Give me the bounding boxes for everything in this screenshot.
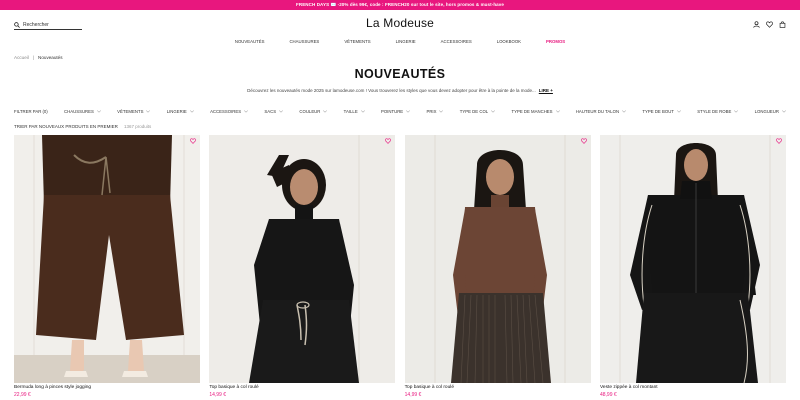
page-intro: Découvrez les nouveautés mode 2025 sur l… [0, 88, 800, 93]
product-image[interactable] [209, 135, 396, 383]
filter-by[interactable]: FILTRER PAR (0) [14, 109, 48, 114]
product-image[interactable] [14, 135, 200, 383]
product-name[interactable]: Top basique à col roulé [209, 385, 395, 390]
filter-sacs[interactable]: SACS [264, 109, 283, 114]
chevron-down-icon [491, 109, 496, 113]
nav-item-nouveautes[interactable]: NOUVEAUTÉS [235, 39, 265, 47]
product-count: 1367 produits [123, 124, 152, 129]
filter-label: PRIX [426, 108, 437, 114]
chevron-down-icon [146, 109, 151, 113]
breadcrumb: Accueil | Nouveautés [14, 55, 63, 60]
product-image[interactable] [599, 135, 786, 383]
product-photo [14, 135, 200, 383]
filter-label: SACS [264, 108, 277, 114]
breadcrumb-separator: | [32, 55, 35, 60]
site-header: Rechercher La Modeuse [0, 10, 800, 38]
promo-text: FRENCH DAYS ✉️ -20% dès 99€, code : FREN… [296, 2, 504, 7]
filter-couleur[interactable]: COULEUR [299, 108, 328, 114]
filter-label: ACCESSOIRES [210, 108, 242, 114]
nav-item-chaussures[interactable]: CHAUSSURES [289, 39, 319, 47]
product-photo [599, 135, 786, 383]
filter-bar: FILTRER PAR (0) CHAUSSURES VÊTEMENTS LIN… [14, 107, 786, 115]
chevron-down-icon [622, 109, 627, 113]
filter-label: HAUTEUR DU TALON [575, 108, 620, 114]
chevron-down-icon [244, 109, 249, 113]
product-name[interactable]: Bermuda long à pinces style jogging [14, 385, 200, 390]
nav-item-lingerie[interactable]: LINGERIE [396, 39, 416, 47]
product-card[interactable]: Top basique à col roulé 14,99 € [404, 135, 591, 398]
filter-label: LONGUEUR [754, 108, 779, 114]
product-name[interactable]: Top basique à col roulé [405, 385, 591, 390]
filter-label: TYPE DE MANCHES [511, 108, 553, 114]
filter-vetements[interactable]: VÊTEMENTS [117, 108, 151, 114]
nav-item-lookbook[interactable]: LOOKBOOK [497, 39, 521, 47]
filter-lingerie[interactable]: LINGERIE [167, 109, 194, 114]
filter-pointure[interactable]: POINTURE [380, 108, 411, 114]
breadcrumb-home[interactable]: Accueil [14, 55, 29, 60]
product-price: 14,99 € [404, 392, 422, 398]
filter-accessoires[interactable]: ACCESSOIRES [210, 108, 249, 114]
nav-item-promos[interactable]: PROMOS [546, 39, 565, 47]
product-grid: Bermuda long à pinces style jogging 22,9… [14, 135, 786, 398]
filter-style-de-robe[interactable]: STYLE DE ROBE [697, 108, 739, 114]
site-logo[interactable]: La Modeuse [0, 16, 800, 30]
filter-hauteur-du-talon[interactable]: HAUTEUR DU TALON [575, 108, 627, 114]
chevron-down-icon [323, 109, 328, 113]
product-card[interactable]: Top basique à col roulé 14,99 € [209, 135, 396, 398]
chevron-down-icon [734, 109, 739, 113]
filter-label: TYPE DE BOUT [642, 108, 674, 114]
product-photo [209, 135, 396, 383]
filter-longueur[interactable]: LONGUEUR [755, 109, 786, 114]
product-card[interactable]: Veste zippée à col montant 48,99 € [599, 135, 786, 398]
chevron-down-icon [360, 109, 365, 113]
wishlist-heart-icon[interactable] [580, 138, 587, 144]
nav-item-accessoires[interactable]: ACCESSOIRES [441, 39, 472, 47]
product-price: 14,99 € [209, 392, 227, 398]
chevron-down-icon [555, 109, 560, 113]
filter-label: COULEUR [299, 108, 321, 114]
filter-label: CHAUSSURES [64, 108, 94, 114]
filter-label: STYLE DE ROBE [697, 108, 732, 114]
wishlist-heart-icon[interactable] [776, 138, 782, 144]
product-card[interactable]: Bermuda long à pinces style jogging 22,9… [14, 135, 200, 398]
filter-label: TAILLE [343, 108, 358, 114]
nav-item-vetements[interactable]: VÊTEMENTS [344, 39, 370, 47]
sort-row: TRIER PAR NOUVEAUX PRODUITS EN PREMIER 1… [14, 124, 151, 129]
heart-icon[interactable] [766, 21, 773, 28]
bag-icon[interactable] [779, 21, 786, 28]
wishlist-heart-icon[interactable] [190, 138, 196, 144]
sort-select[interactable]: TRIER PAR NOUVEAUX PRODUITS EN PREMIER [14, 124, 118, 129]
product-price: 22,99 € [14, 392, 31, 398]
chevron-down-icon [782, 109, 786, 113]
read-more-link[interactable]: LIRE + [539, 88, 553, 93]
chevron-down-icon [279, 109, 283, 113]
filter-label: LINGERIE [166, 108, 187, 114]
filter-label: VÊTEMENTS [117, 108, 144, 114]
filter-type-de-bout[interactable]: TYPE DE BOUT [642, 109, 681, 114]
filter-chaussures[interactable]: CHAUSSURES [64, 109, 101, 114]
filter-type-de-manches[interactable]: TYPE DE MANCHES [511, 108, 560, 114]
chevron-down-icon [96, 109, 101, 113]
intro-text: Découvrez les nouveautés mode 2025 sur l… [247, 88, 536, 93]
user-icon[interactable] [753, 21, 760, 28]
page-title: NOUVEAUTÉS [354, 67, 446, 81]
product-price: 48,99 € [599, 392, 617, 398]
chevron-down-icon [406, 109, 411, 113]
filter-label: FILTRER PAR (0) [14, 108, 48, 114]
filter-prix[interactable]: PRIX [426, 108, 444, 114]
chevron-down-icon [439, 109, 444, 113]
chevron-down-icon [189, 109, 194, 113]
filter-label: POINTURE [380, 108, 404, 114]
product-name[interactable]: Veste zippée à col montant [600, 385, 786, 390]
promo-banner[interactable]: FRENCH DAYS ✉️ -20% dès 99€, code : FREN… [0, 0, 800, 10]
breadcrumb-current: Nouveautés [38, 55, 63, 60]
filter-type-de-col[interactable]: TYPE DE COL [459, 108, 496, 114]
wishlist-heart-icon[interactable] [385, 138, 392, 144]
product-photo [404, 135, 591, 383]
filter-label: TYPE DE COL [459, 108, 489, 114]
filter-taille[interactable]: TAILLE [344, 109, 365, 114]
chevron-down-icon [677, 109, 681, 113]
main-nav: NOUVEAUTÉS CHAUSSURES VÊTEMENTS LINGERIE… [0, 39, 800, 47]
product-image[interactable] [404, 135, 591, 383]
